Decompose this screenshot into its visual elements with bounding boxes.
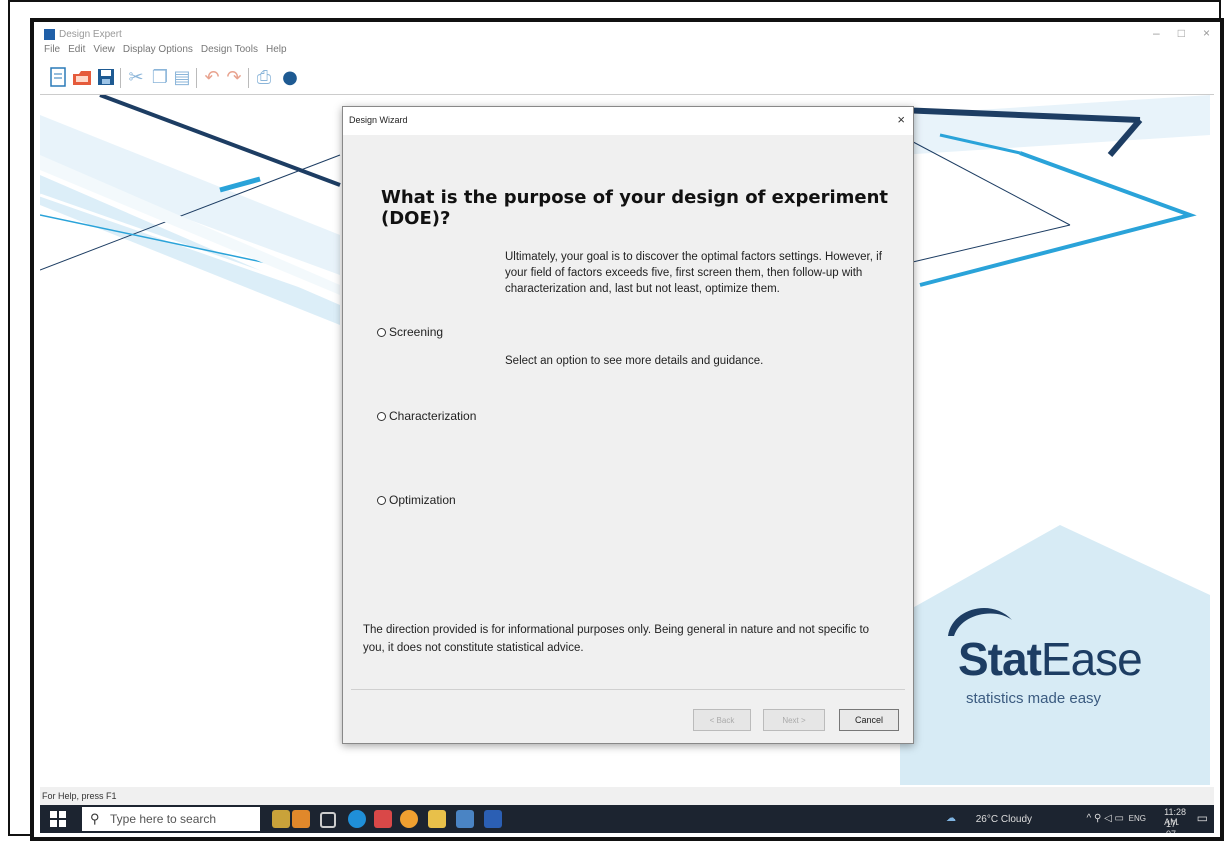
notification-icon[interactable]: ▭ <box>1197 811 1208 825</box>
undo-icon[interactable]: ↶ <box>202 66 222 88</box>
cut-icon[interactable]: ✂ <box>126 66 146 88</box>
title-bar: Design Expert – □ × <box>40 26 1214 44</box>
disclaimer-text: The direction provided is for informatio… <box>363 624 870 654</box>
folder-app-icon[interactable] <box>292 810 310 828</box>
window-title: Design Expert <box>59 29 122 40</box>
copy-icon[interactable]: ❐ <box>150 66 170 88</box>
people-app-icon[interactable] <box>272 810 290 828</box>
taskbar-search-input[interactable]: ⚲ Type here to search <box>82 807 260 831</box>
new-file-icon[interactable] <box>48 66 68 88</box>
dialog-title: Design Wizard <box>349 115 408 125</box>
option-characterization[interactable]: Characterization <box>377 409 476 423</box>
chrome-browser-icon[interactable] <box>400 810 418 828</box>
option-screening[interactable]: Screening <box>377 325 443 339</box>
help-icon[interactable]: ● <box>280 66 300 88</box>
optimization-label[interactable]: Optimization <box>389 493 456 507</box>
cloud-icon: ☁ <box>946 813 956 824</box>
logo-tagline: statistics made easy <box>966 690 1102 707</box>
open-folder-icon[interactable] <box>72 66 92 88</box>
minimize-button[interactable]: – <box>1153 26 1160 44</box>
screening-radio[interactable] <box>377 327 386 337</box>
menu-bar: File Edit View Display Options Design To… <box>40 44 1214 60</box>
logo-stat: Stat <box>958 633 1042 685</box>
characterization-label[interactable]: Characterization <box>389 409 476 423</box>
logo-ease: Ease <box>1040 633 1143 685</box>
close-window-button[interactable]: × <box>1203 26 1210 44</box>
status-bar: For Help, press F1 <box>40 787 1214 805</box>
status-text: For Help, press F1 <box>42 791 117 801</box>
edge-browser-icon[interactable] <box>348 810 366 828</box>
search-placeholder: Type here to search <box>110 812 217 826</box>
cancel-button[interactable]: Cancel <box>839 709 899 731</box>
toolbar: ✂ ❐ ▤ ↶ ↷ ⎙ ● <box>40 60 1214 95</box>
dialog-close-icon[interactable]: × <box>897 112 905 127</box>
back-button[interactable]: < Back <box>693 709 751 731</box>
print-icon[interactable]: ⎙ <box>254 66 274 88</box>
dialog-divider <box>351 689 905 690</box>
wizard-heading: What is the purpose of your design of ex… <box>381 187 889 229</box>
menu-file[interactable]: File <box>44 44 60 60</box>
clock-date[interactable]: 17-07-2023 <box>1166 819 1186 833</box>
wizard-hint: Select an option to see more details and… <box>505 355 764 367</box>
option-optimization[interactable]: Optimization <box>377 493 456 507</box>
design-expert-taskbar-icon[interactable] <box>456 810 474 828</box>
menu-display-options[interactable]: Display Options <box>123 44 193 60</box>
menu-view[interactable]: View <box>93 44 115 60</box>
paste-icon[interactable]: ▤ <box>172 66 192 88</box>
menu-edit[interactable]: Edit <box>68 44 85 60</box>
design-expert-window: Design Expert – □ × File Edit View Displ… <box>40 26 1214 833</box>
menu-design-tools[interactable]: Design Tools <box>201 44 258 60</box>
tray-icons[interactable]: ^ ⚲ ◁ ▭ <box>1087 813 1125 824</box>
next-button[interactable]: Next > <box>763 709 825 731</box>
characterization-radio[interactable] <box>377 411 386 421</box>
optimization-radio[interactable] <box>377 495 386 505</box>
maximize-button[interactable]: □ <box>1178 26 1185 44</box>
screening-label[interactable]: Screening <box>389 325 443 339</box>
weather-text[interactable]: 26°C Cloudy <box>976 814 1032 825</box>
save-icon[interactable] <box>96 66 116 88</box>
statease-logo: StatEase statistics made easy <box>938 598 1143 708</box>
wizard-description: Ultimately, your goal is to discover the… <box>505 251 882 295</box>
search-icon: ⚲ <box>90 811 100 826</box>
screenshot-frame: Design Expert – □ × File Edit View Displ… <box>30 18 1224 841</box>
design-wizard-dialog: Design Wizard × What is the purpose of y… <box>342 106 914 744</box>
windows-taskbar: ⚲ Type here to search ☁ 26°C Cloudy ^ ⚲ … <box>40 805 1214 833</box>
app-icon-red[interactable] <box>374 810 392 828</box>
word-app-icon[interactable] <box>484 810 502 828</box>
windows-start-icon[interactable] <box>50 811 66 827</box>
language-indicator[interactable]: ENG <box>1129 814 1146 823</box>
menu-help[interactable]: Help <box>266 44 287 60</box>
file-explorer-icon[interactable] <box>428 810 446 828</box>
dialog-title-bar: Design Wizard × <box>343 107 913 135</box>
app-icon <box>44 29 55 40</box>
task-view-icon[interactable] <box>320 812 336 828</box>
redo-icon[interactable]: ↷ <box>224 66 244 88</box>
